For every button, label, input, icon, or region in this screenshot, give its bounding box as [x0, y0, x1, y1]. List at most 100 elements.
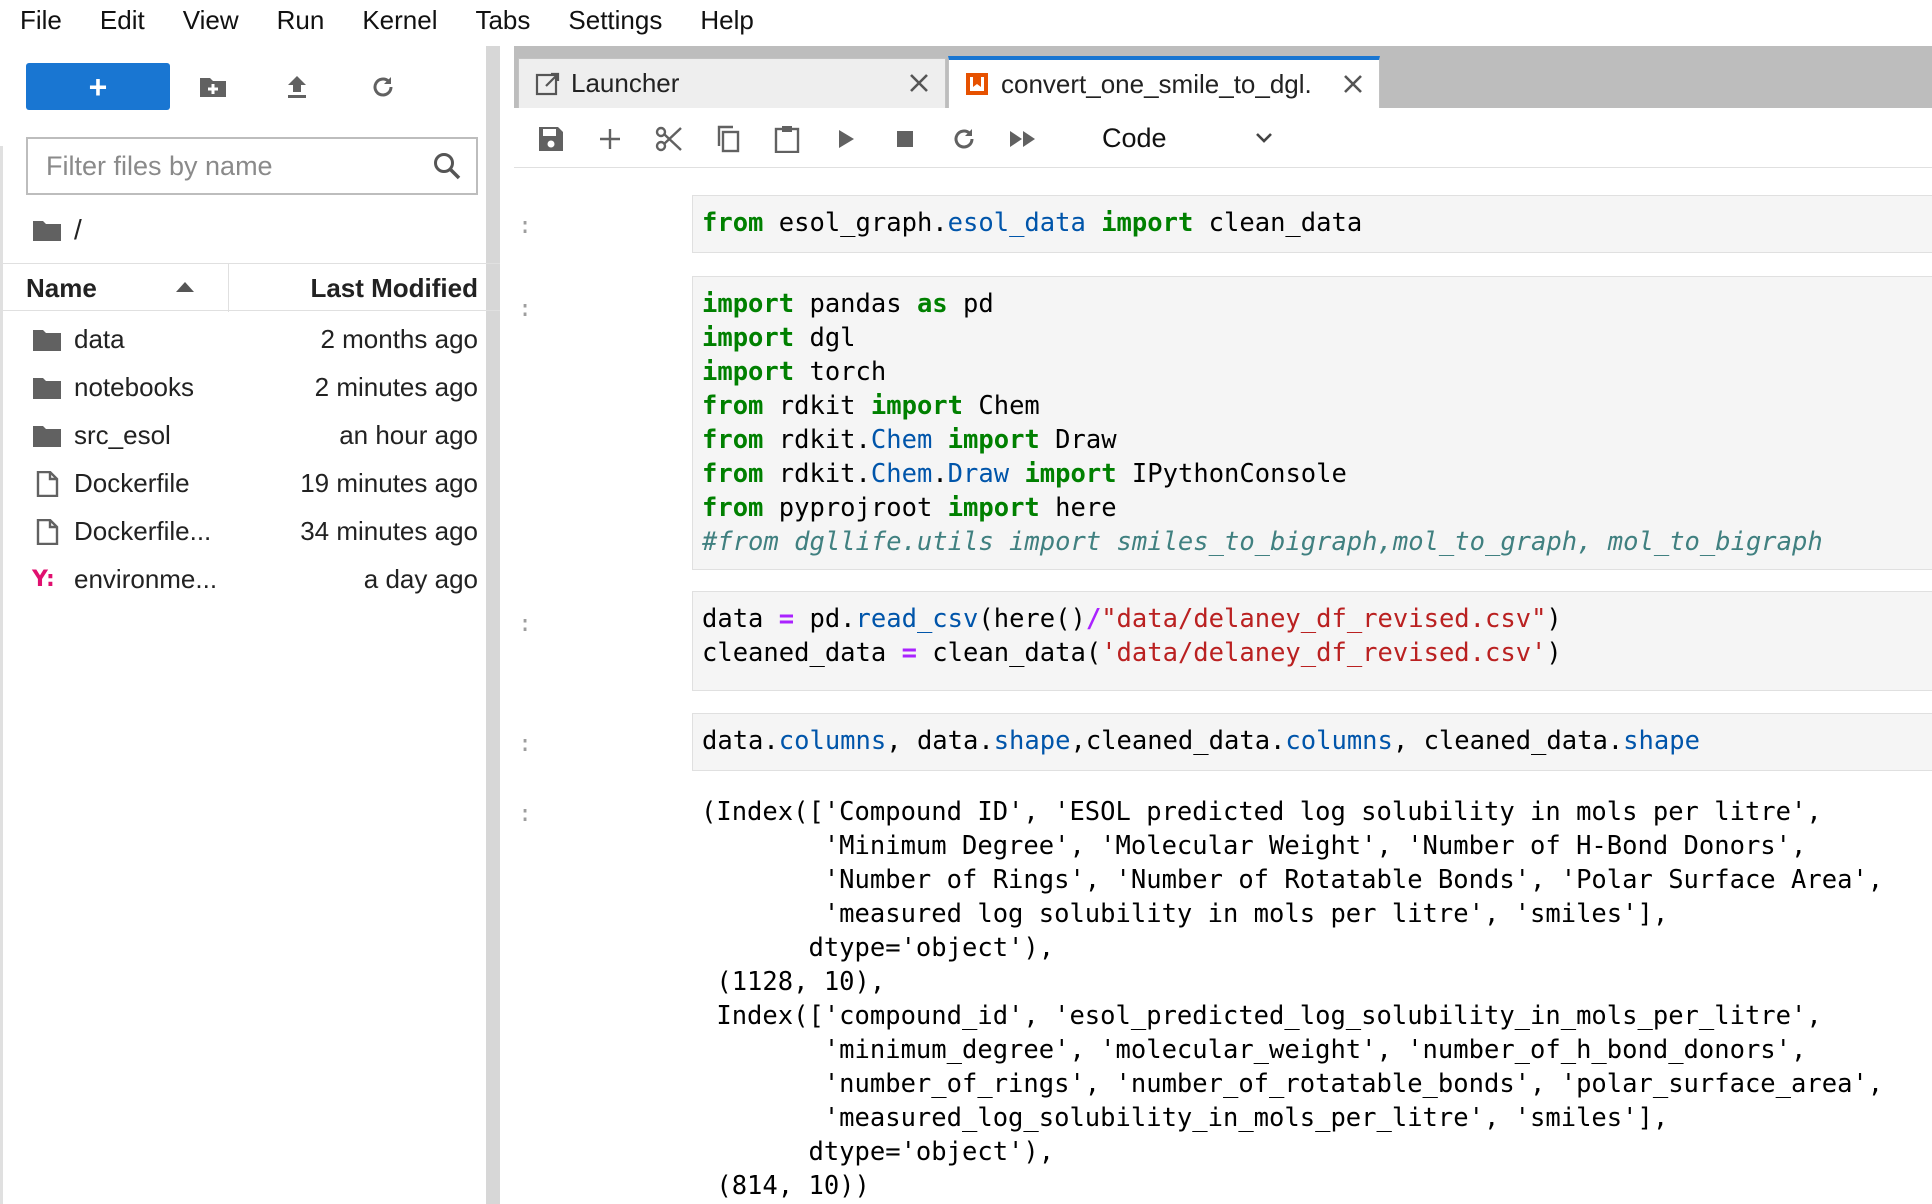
file-name: notebooks: [74, 372, 194, 402]
file-list-header: Name Last Modified: [0, 263, 500, 312]
breadcrumb-root[interactable]: /: [74, 214, 82, 246]
cut-button[interactable]: [652, 122, 686, 156]
interrupt-button[interactable]: [888, 122, 922, 156]
folder-icon[interactable]: [32, 218, 62, 242]
menu-tabs[interactable]: Tabs: [455, 0, 548, 40]
output-prompt: [10]:: [514, 801, 532, 827]
folder-icon: [33, 426, 61, 447]
notebook-toolbar: Code: [514, 108, 1932, 168]
copy-button[interactable]: [711, 122, 745, 156]
paste-icon: [774, 126, 800, 153]
code-line: data.columns, data.shape,cleaned_data.co…: [702, 726, 1700, 756]
column-modified-header[interactable]: Last Modified: [310, 264, 478, 312]
code-cell[interactable]: [8]: import pandas as pd import dgl impo…: [514, 276, 1932, 573]
yaml-icon: Y:: [32, 567, 55, 592]
input-prompt: [7]:: [514, 213, 532, 239]
folder-icon: [33, 330, 61, 351]
input-prompt: [10]:: [514, 731, 532, 757]
folder-icon: [33, 378, 61, 399]
tab-launcher[interactable]: Launcher: [518, 58, 946, 108]
output-line: dtype='object'),: [701, 1137, 1055, 1167]
upload-button[interactable]: [278, 68, 316, 106]
file-name: environme...: [74, 564, 218, 594]
notebook-panel: [7]: from esol_graph.esol_data import cl…: [514, 169, 1932, 1204]
code-cell[interactable]: [7]: from esol_graph.esol_data import cl…: [514, 195, 1932, 257]
output-line: (Index(['Compound ID', 'ESOL predicted l…: [701, 797, 1822, 827]
sort-ascending-icon: [176, 282, 194, 292]
menu-kernel[interactable]: Kernel: [342, 0, 455, 40]
menu-run[interactable]: Run: [257, 0, 343, 40]
file-list-item[interactable]: data 2 months ago: [0, 315, 500, 363]
copy-icon: [717, 125, 740, 153]
output-text: (Index(['Compound ID', 'ESOL predicted l…: [701, 795, 1883, 1203]
file-modified: 34 minutes ago: [300, 516, 478, 546]
search-icon: [434, 153, 461, 180]
refresh-icon: [373, 77, 393, 97]
column-name-header[interactable]: Name: [26, 264, 97, 312]
code-line: from esol_graph.esol_data import clean_d…: [702, 208, 1363, 238]
new-launcher-button[interactable]: +: [26, 63, 170, 110]
menu-view[interactable]: View: [163, 0, 257, 40]
upload-icon: [288, 76, 306, 98]
code-cell[interactable]: [9]: data = pd.read_csv(here()/"data/del…: [514, 591, 1932, 695]
scissors-icon: [655, 126, 682, 152]
new-folder-icon: [200, 78, 226, 97]
tab-notebook[interactable]: convert_one_smile_to_dgl.: [948, 56, 1380, 108]
file-browser: + / Name Last Modified data 2 months ago…: [0, 46, 500, 1204]
output-line: (814, 10)): [701, 1171, 870, 1201]
file-name: Dockerfile: [74, 468, 190, 498]
save-button[interactable]: [534, 122, 568, 156]
restart-run-all-button[interactable]: [1006, 122, 1040, 156]
column-divider[interactable]: [228, 264, 229, 312]
cell-editor[interactable]: import pandas as pd import dgl import to…: [692, 276, 1932, 570]
main-area: Launcher convert_one_smile_to_dgl. Code …: [514, 46, 1932, 1204]
output-area: [10]: (Index(['Compound ID', 'ESOL predi…: [514, 781, 1932, 1201]
restart-button[interactable]: [947, 122, 981, 156]
run-button[interactable]: [829, 122, 863, 156]
fast-forward-icon: [1010, 131, 1035, 147]
filter-files-field[interactable]: [26, 137, 478, 195]
menu-settings[interactable]: Settings: [548, 0, 680, 40]
menu-edit[interactable]: Edit: [80, 0, 163, 40]
breadcrumb: /: [32, 214, 82, 246]
cell-editor[interactable]: data.columns, data.shape,cleaned_data.co…: [692, 713, 1932, 771]
file-icon: [36, 519, 59, 545]
code-cell[interactable]: [10]: data.columns, data.shape,cleaned_d…: [514, 713, 1932, 775]
cell-editor[interactable]: data = pd.read_csv(here()/"data/delaney_…: [692, 591, 1932, 691]
menu-file[interactable]: File: [0, 0, 80, 40]
tab-label: Launcher: [571, 68, 680, 98]
new-folder-button[interactable]: [194, 68, 232, 106]
filter-files-input[interactable]: [46, 150, 426, 182]
tab-label: convert_one_smile_to_dgl.: [1001, 68, 1312, 99]
cell-editor[interactable]: from esol_graph.esol_data import clean_d…: [692, 195, 1932, 253]
close-icon[interactable]: [907, 71, 931, 95]
cell-type-value: Code: [1102, 122, 1167, 153]
cell-type-select[interactable]: Code: [1088, 120, 1288, 156]
tab-bar: Launcher convert_one_smile_to_dgl.: [514, 46, 1932, 108]
refresh-button[interactable]: [364, 68, 402, 106]
stop-icon: [897, 131, 913, 147]
output-line: dtype='object'),: [701, 933, 1055, 963]
output-line: Index(['compound_id', 'esol_predicted_lo…: [701, 1001, 1822, 1031]
paste-button[interactable]: [770, 122, 804, 156]
file-list-item[interactable]: Y: environme... a day ago: [0, 555, 500, 603]
file-modified: a day ago: [363, 564, 478, 594]
output-line: (1128, 10),: [701, 967, 886, 997]
output-line: 'number_of_rings', 'number_of_rotatable_…: [701, 1069, 1884, 1099]
file-list-item[interactable]: notebooks 2 minutes ago: [0, 363, 500, 411]
menu-help[interactable]: Help: [680, 0, 771, 40]
file-list-item[interactable]: Dockerfile 19 minutes ago: [0, 459, 500, 507]
output-line: 'minimum_degree', 'molecular_weight', 'n…: [701, 1035, 1807, 1065]
file-list-item[interactable]: Dockerfile... 34 minutes ago: [0, 507, 500, 555]
code-block: import pandas as pd import dgl import to…: [702, 289, 1823, 557]
close-icon[interactable]: [1341, 72, 1365, 96]
file-modified: 19 minutes ago: [300, 468, 478, 498]
file-icon: [36, 471, 59, 497]
file-list-item[interactable]: src_esol an hour ago: [0, 411, 500, 459]
output-line: 'Minimum Degree', 'Molecular Weight', 'N…: [701, 831, 1807, 861]
output-line: 'Number of Rings', 'Number of Rotatable …: [701, 865, 1884, 895]
plus-icon: [600, 129, 620, 149]
insert-cell-button[interactable]: [593, 122, 627, 156]
notebook-icon: [966, 73, 988, 95]
input-prompt: [9]:: [514, 611, 532, 637]
